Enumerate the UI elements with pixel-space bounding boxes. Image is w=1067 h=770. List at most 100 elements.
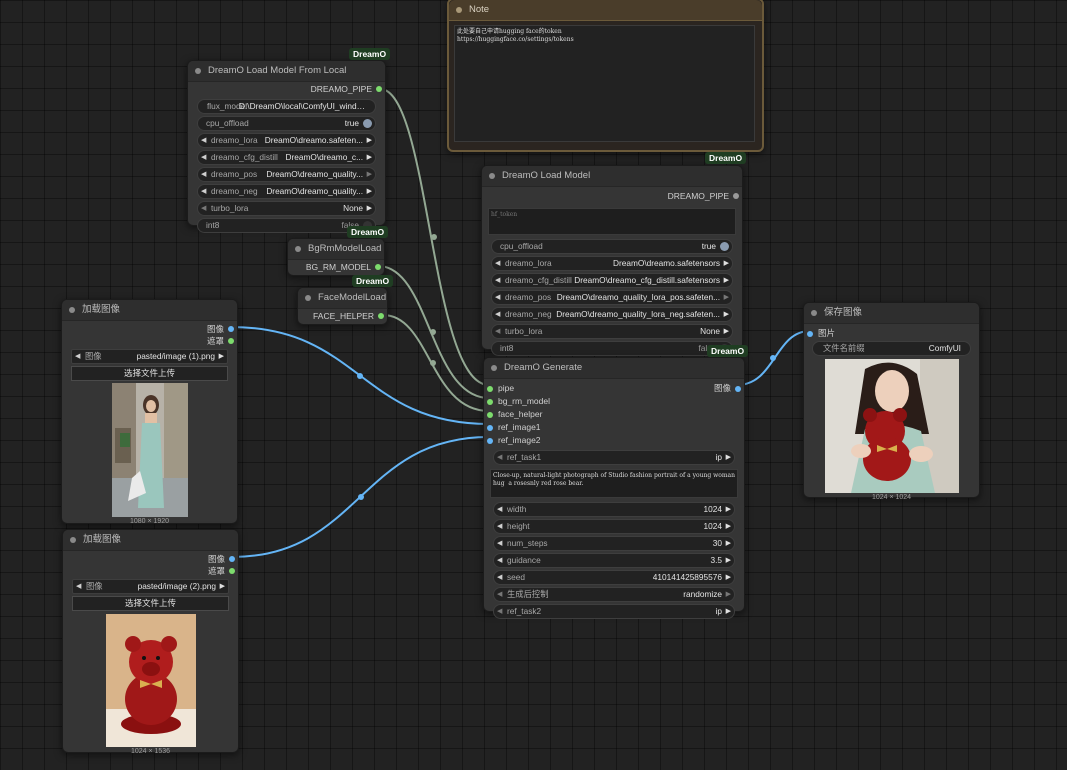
widget-dreamo-lora[interactable]: ◀ dreamo_lora DreamO\dreamo.safeten... ▶: [197, 133, 376, 148]
widget-cpu-offload[interactable]: cpu_offload true: [197, 116, 376, 131]
dreamo-load-model-node[interactable]: DreamO Load Model DREAMO_PIPE cpu_offloa…: [481, 165, 743, 356]
arrow-left-icon[interactable]: ◀: [497, 571, 502, 584]
prompt-input[interactable]: Close-up, natural-light photograph of St…: [490, 469, 738, 498]
input-ref-image1[interactable]: ref_image1: [484, 421, 744, 434]
input-images[interactable]: 图片: [804, 327, 979, 340]
output-socket-icon[interactable]: [376, 86, 382, 92]
widget-dreamo-pos[interactable]: ◀ dreamo_pos DreamO\dreamo_quality_lora_…: [491, 290, 733, 305]
upload-button[interactable]: 选择文件上传: [71, 366, 228, 381]
collapse-dot-icon[interactable]: [295, 246, 301, 252]
output-socket-icon[interactable]: [228, 338, 234, 344]
arrow-right-icon[interactable]: ▶: [726, 571, 731, 584]
output-dreamo-pipe[interactable]: DREAMO_PIPE: [188, 82, 385, 97]
input-ref-image2[interactable]: ref_image2: [484, 434, 744, 447]
arrow-right-icon[interactable]: ▶: [726, 451, 731, 464]
widget-height[interactable]: ◀ height 1024 ▶: [493, 519, 735, 534]
arrow-right-icon[interactable]: ▶: [219, 350, 224, 363]
widget-control-after-generate[interactable]: ◀ 生成后控制 randomize ▶: [493, 587, 735, 602]
arrow-right-icon[interactable]: ▶: [367, 168, 372, 181]
arrow-right-icon[interactable]: ▶: [726, 605, 731, 618]
arrow-left-icon[interactable]: ◀: [75, 350, 80, 363]
arrow-right-icon[interactable]: ▶: [726, 503, 731, 516]
arrow-left-icon[interactable]: ◀: [497, 451, 502, 464]
widget-dreamo-pos[interactable]: ◀ dreamo_pos DreamO\dreamo_quality... ▶: [197, 167, 376, 182]
output-socket-icon[interactable]: [378, 313, 384, 319]
collapse-dot-icon[interactable]: [69, 307, 75, 313]
arrow-left-icon[interactable]: ◀: [497, 554, 502, 567]
output-socket-icon[interactable]: [228, 326, 234, 332]
node-title-bar[interactable]: DreamO Generate: [484, 358, 744, 379]
widget-ref-task1[interactable]: ◀ ref_task1 ip ▶: [493, 450, 735, 465]
arrow-left-icon[interactable]: ◀: [201, 202, 206, 215]
load-image-node-1[interactable]: 加载图像 图像 遮罩 ◀ 图像 pasted/image (1).png ▶ 选…: [61, 299, 238, 525]
arrow-left-icon[interactable]: ◀: [497, 520, 502, 533]
widget-ref-task2[interactable]: ◀ ref_task2 ip ▶: [493, 604, 735, 619]
note-title-bar[interactable]: Note: [449, 0, 762, 21]
output-mask[interactable]: 遮罩: [63, 565, 238, 577]
collapse-dot-icon[interactable]: [489, 173, 495, 179]
arrow-left-icon[interactable]: ◀: [201, 151, 206, 164]
arrow-left-icon[interactable]: ◀: [495, 325, 500, 338]
arrow-right-icon[interactable]: ▶: [367, 134, 372, 147]
note-node[interactable]: Note 此处要自己申请hugging face的token https://h…: [447, 0, 764, 152]
output-socket-icon[interactable]: [229, 556, 235, 562]
widget-dreamo-cfg-distill[interactable]: ◀ dreamo_cfg_distill DreamO\dreamo_cfg_d…: [491, 273, 733, 288]
arrow-right-icon[interactable]: ▶: [724, 274, 729, 287]
arrow-right-icon[interactable]: ▶: [367, 185, 372, 198]
collapse-dot-icon[interactable]: [305, 295, 311, 301]
note-text[interactable]: 此处要自己申请hugging face的token https://huggin…: [454, 25, 755, 142]
input-bg-rm-model[interactable]: bg_rm_model: [484, 395, 744, 408]
widget-turbo-lora[interactable]: ◀ turbo_lora None ▶: [197, 201, 376, 216]
arrow-left-icon[interactable]: ◀: [495, 274, 500, 287]
input-pipe[interactable]: pipe: [484, 382, 744, 395]
widget-image-select[interactable]: ◀ 图像 pasted/image (2).png ▶: [72, 579, 229, 594]
widget-filename-prefix[interactable]: 文件名前缀 ComfyUI: [812, 341, 971, 356]
input-socket-icon[interactable]: [487, 385, 493, 392]
widget-dreamo-cfg-distill[interactable]: ◀ dreamo_cfg_distill DreamO\dreamo_c... …: [197, 150, 376, 165]
arrow-right-icon[interactable]: ▶: [367, 202, 372, 215]
node-title-bar[interactable]: 加载图像: [63, 530, 238, 551]
widget-dreamo-neg[interactable]: ◀ dreamo_neg DreamO\dreamo_quality... ▶: [197, 184, 376, 199]
arrow-left-icon[interactable]: ◀: [495, 291, 500, 304]
output-image[interactable]: 图像: [62, 323, 237, 335]
widget-guidance[interactable]: ◀ guidance 3.5 ▶: [493, 553, 735, 568]
input-socket-icon[interactable]: [487, 398, 493, 405]
output-image[interactable]: 图像: [714, 382, 744, 395]
widget-cpu-offload[interactable]: cpu_offload true: [491, 239, 733, 254]
arrow-left-icon[interactable]: ◀: [497, 588, 502, 601]
arrow-left-icon[interactable]: ◀: [495, 308, 500, 321]
collapse-dot-icon[interactable]: [195, 68, 201, 74]
widget-turbo-lora[interactable]: ◀ turbo_lora None ▶: [491, 324, 733, 339]
output-bg-rm-model[interactable]: BG_RM_MODEL: [288, 260, 384, 275]
hf-token-input[interactable]: [488, 208, 736, 235]
arrow-left-icon[interactable]: ◀: [76, 580, 81, 593]
collapse-dot-icon[interactable]: [456, 7, 462, 13]
arrow-left-icon[interactable]: ◀: [201, 185, 206, 198]
input-face-helper[interactable]: face_helper: [484, 408, 744, 421]
arrow-right-icon[interactable]: ▶: [367, 151, 372, 164]
node-title-bar[interactable]: DreamO Load Model: [482, 166, 742, 187]
arrow-left-icon[interactable]: ◀: [497, 537, 502, 550]
toggle-knob-icon[interactable]: [720, 242, 729, 251]
input-socket-icon[interactable]: [487, 424, 493, 431]
output-image[interactable]: 图像: [63, 553, 238, 565]
input-socket-icon[interactable]: [487, 437, 493, 444]
widget-dreamo-lora[interactable]: ◀ dreamo_lora DreamO\dreamo.safetensors …: [491, 256, 733, 271]
output-socket-icon[interactable]: [733, 193, 739, 199]
node-title-bar[interactable]: DreamO Load Model From Local: [188, 61, 385, 82]
arrow-right-icon[interactable]: ▶: [726, 520, 731, 533]
dreamo-load-model-local-node[interactable]: DreamO Load Model From Local DREAMO_PIPE…: [187, 60, 386, 233]
collapse-dot-icon[interactable]: [811, 310, 817, 316]
node-title-bar[interactable]: 加载图像: [62, 300, 237, 321]
node-title-bar[interactable]: FaceModelLoad: [298, 288, 387, 309]
output-face-helper[interactable]: FACE_HELPER: [298, 309, 387, 324]
toggle-knob-icon[interactable]: [363, 119, 372, 128]
output-socket-icon[interactable]: [375, 264, 381, 270]
widget-num-steps[interactable]: ◀ num_steps 30 ▶: [493, 536, 735, 551]
upload-button[interactable]: 选择文件上传: [72, 596, 229, 611]
widget-width[interactable]: ◀ width 1024 ▶: [493, 502, 735, 517]
node-title-bar[interactable]: 保存图像: [804, 303, 979, 324]
arrow-right-icon[interactable]: ▶: [724, 291, 729, 304]
output-socket-icon[interactable]: [229, 568, 235, 574]
input-socket-icon[interactable]: [487, 411, 493, 418]
